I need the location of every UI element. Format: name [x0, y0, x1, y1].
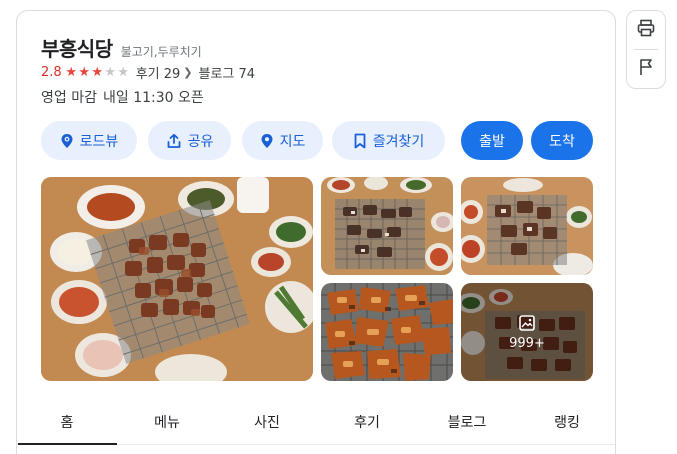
roadview-pin-icon [60, 133, 74, 149]
main-photo[interactable] [41, 177, 313, 381]
star-icon: ★ [104, 65, 117, 80]
blog-count-link[interactable]: 블로그 74 [199, 63, 256, 82]
share-icon [166, 133, 182, 149]
tab-home[interactable]: 홈 [17, 401, 117, 445]
review-count-link[interactable]: 후기 29 [136, 63, 181, 82]
tab-photos[interactable]: 사진 [217, 401, 317, 444]
open-status: 영업 마감 [41, 90, 97, 106]
photo-thumbnail-more[interactable]: 999+ [461, 283, 593, 381]
share-button[interactable]: 공유 [148, 121, 231, 160]
report-button[interactable] [627, 50, 665, 88]
business-hours[interactable]: 영업 마감 내일 11:30 오픈 [41, 87, 204, 107]
depart-button[interactable]: 출발 [461, 121, 523, 160]
place-name[interactable]: 부흥식당 [41, 33, 113, 62]
place-header: 부흥식당 불고기,두루치기 [41, 33, 202, 62]
favorite-button[interactable]: 즐겨찾기 [332, 121, 445, 160]
arrive-button[interactable]: 도착 [531, 121, 593, 160]
tab-ranking[interactable]: 랭킹 [517, 401, 615, 444]
star-icon: ★ [117, 65, 130, 80]
map-button[interactable]: 지도 [242, 121, 323, 160]
rating-row: 2.8 ★ ★ ★ ★ ★ 후기 29 ❯ 블로그 74 [41, 63, 255, 82]
arrive-label: 도착 [549, 133, 575, 150]
share-label: 공유 [187, 133, 214, 150]
rating-stars: ★ ★ ★ ★ ★ [65, 66, 130, 79]
photo-gallery-icon [518, 314, 536, 332]
location-pin-icon [260, 133, 274, 149]
tab-blog[interactable]: 블로그 [417, 401, 517, 444]
rating-value: 2.8 [41, 65, 62, 80]
print-button[interactable] [627, 11, 665, 49]
favorite-label: 즐겨찾기 [372, 133, 425, 150]
side-action-panel [626, 10, 666, 89]
star-icon: ★ [65, 65, 78, 80]
chevron-right-icon: ❯ [183, 66, 193, 79]
star-icon: ★ [78, 65, 91, 80]
roadview-label: 로드뷰 [79, 133, 119, 150]
photo-thumbnail-3[interactable] [321, 283, 453, 381]
flag-icon [636, 57, 656, 81]
place-tabs: 홈 메뉴 사진 후기 블로그 랭킹 [17, 401, 615, 445]
place-category: 불고기,두루치기 [120, 45, 202, 59]
print-icon [636, 18, 656, 42]
photo-thumbnail-2[interactable] [461, 177, 593, 275]
bookmark-icon [353, 133, 367, 149]
depart-label: 출발 [479, 133, 505, 150]
more-photos-overlay[interactable]: 999+ [461, 283, 593, 381]
photo-thumbnail-1[interactable] [321, 177, 453, 275]
roadview-button[interactable]: 로드뷰 [41, 121, 137, 160]
more-photos-count: 999+ [509, 335, 545, 351]
star-icon: ★ [91, 65, 104, 80]
next-open-time: 내일 11:30 오픈 [102, 90, 204, 106]
tab-menu[interactable]: 메뉴 [117, 401, 217, 444]
tab-reviews[interactable]: 후기 [317, 401, 417, 444]
place-card: 부흥식당 불고기,두루치기 2.8 ★ ★ ★ ★ ★ 후기 29 ❯ 블로그 74 영… [16, 10, 616, 454]
map-label: 지도 [279, 133, 306, 150]
